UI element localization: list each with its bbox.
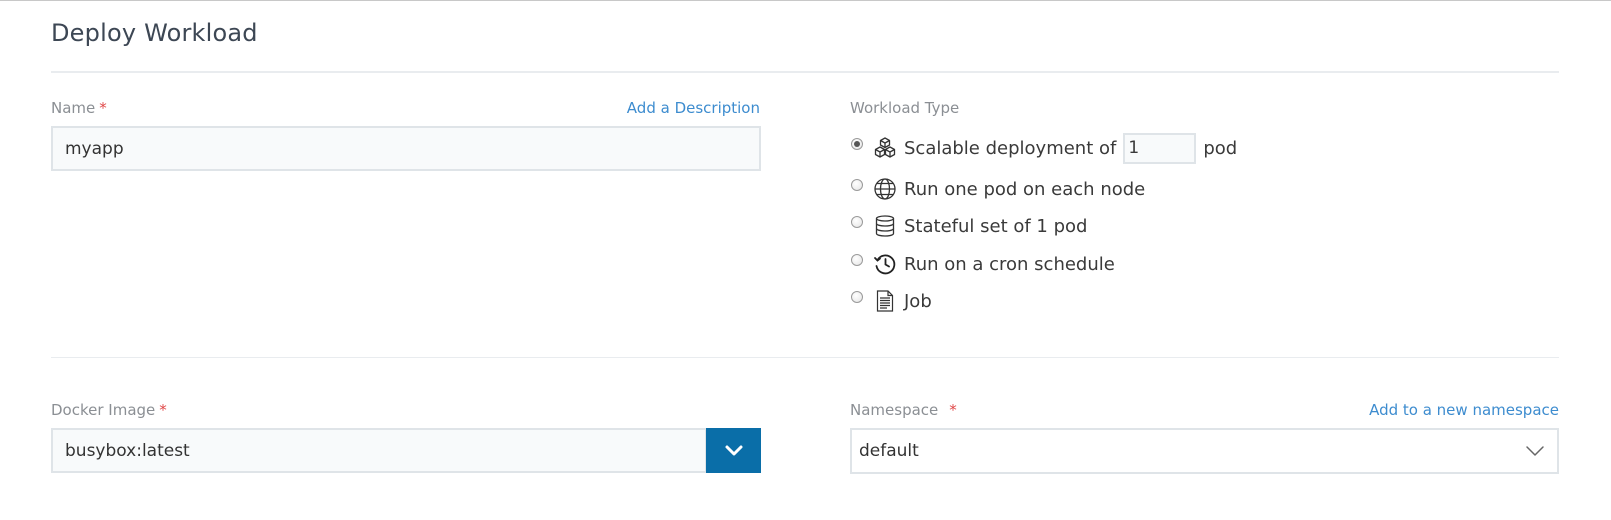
cubes-icon <box>873 136 897 160</box>
required-marker: * <box>159 401 167 419</box>
image-dropdown-button[interactable] <box>706 428 761 473</box>
chevron-down-icon <box>1525 445 1545 457</box>
workload-option-daemonset[interactable]: Run one pod on each node <box>850 175 1145 203</box>
docker-image-input[interactable]: busybox:latest <box>51 428 707 473</box>
clock-history-icon <box>873 252 897 276</box>
radio-daemonset[interactable] <box>851 179 863 191</box>
namespace-label: Namespace <box>850 401 939 419</box>
workload-option-cronjob[interactable]: Run on a cron schedule <box>850 250 1115 278</box>
chevron-down-icon <box>724 444 744 458</box>
docker-image-label: Docker Image <box>51 401 156 419</box>
radio-job[interactable] <box>851 291 863 303</box>
deploy-workload-page: Deploy Workload Name * Add a Description … <box>0 0 1611 520</box>
name-label: Name <box>51 99 96 117</box>
add-namespace-link[interactable]: Add to a new namespace <box>1309 401 1559 419</box>
scalable-label-after: pod <box>1203 137 1238 159</box>
workload-option-job[interactable]: Job <box>850 287 932 315</box>
scalable-label-before: Scalable deployment of <box>904 137 1117 159</box>
header-divider <box>51 71 1559 73</box>
required-marker: * <box>99 99 107 117</box>
name-label-group: Name * <box>51 99 107 117</box>
globe-icon <box>873 177 897 201</box>
section-divider <box>51 357 1559 358</box>
document-icon <box>873 289 897 313</box>
radio-scalable[interactable] <box>851 138 863 150</box>
namespace-select[interactable]: default <box>850 428 1559 474</box>
database-icon <box>873 214 897 238</box>
daemonset-label: Run one pod on each node <box>904 178 1146 200</box>
add-description-link[interactable]: Add a Description <box>560 99 760 117</box>
name-input[interactable]: myapp <box>51 126 761 171</box>
statefulset-label: Stateful set of 1 pod <box>904 215 1088 237</box>
docker-image-label-group: Docker Image * <box>51 401 167 419</box>
workload-option-statefulset[interactable]: Stateful set of 1 pod <box>850 212 1087 240</box>
radio-cronjob[interactable] <box>851 254 863 266</box>
cronjob-label: Run on a cron schedule <box>904 253 1115 275</box>
namespace-selected-value: default <box>859 441 919 461</box>
required-marker: * <box>949 401 957 419</box>
radio-statefulset[interactable] <box>851 216 863 228</box>
namespace-label-group: Namespace * <box>850 401 957 419</box>
scale-input[interactable]: 1 <box>1123 132 1197 164</box>
workload-type-label: Workload Type <box>850 99 960 117</box>
workload-option-scalable[interactable]: Scalable deployment of 1 pod <box>850 132 1238 164</box>
page-title: Deploy Workload <box>51 19 258 47</box>
job-label: Job <box>904 290 932 312</box>
